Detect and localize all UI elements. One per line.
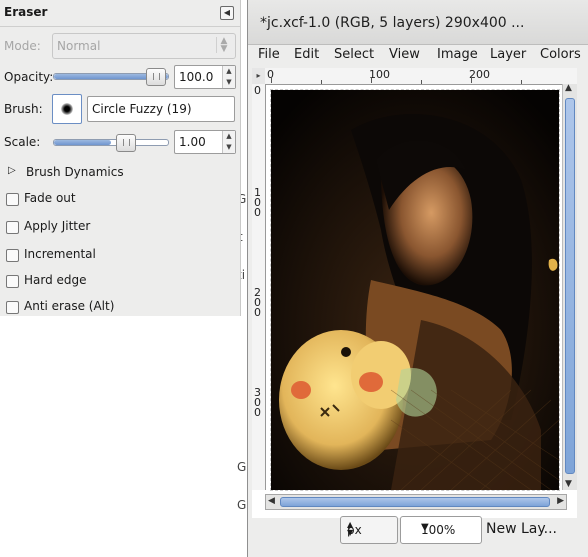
status-message: New Lay... [486, 521, 558, 537]
panel-menu-icon[interactable]: ◀ [220, 6, 234, 20]
mode-select[interactable]: Normal ▲ ▼ [52, 33, 236, 59]
option-label: Fade out [24, 191, 76, 205]
option-label: Apply Jitter [24, 219, 91, 233]
menu-image[interactable]: Image [437, 47, 478, 62]
option-label: Hard edge [24, 273, 87, 287]
menu-view[interactable]: View [389, 47, 420, 62]
menu-layer[interactable]: Layer [490, 47, 526, 62]
incremental-checkbox[interactable] [6, 249, 19, 262]
scale-slider-handle[interactable] [116, 134, 136, 152]
ruler-label: 0 [254, 84, 261, 97]
image-window: *jc.xcf-1.0 (RGB, 5 layers) 290x400 ... … [247, 0, 588, 557]
image-title-bar[interactable]: *jc.xcf-1.0 (RGB, 5 layers) 290x400 ... [248, 0, 588, 45]
ruler-tick [371, 77, 372, 83]
panel-header: Eraser ◀ [0, 0, 240, 27]
scroll-right-icon[interactable]: ▶ [557, 496, 564, 506]
ruler-label: 1 0 0 [254, 186, 261, 219]
canvas-area: ▸ 0 100 200 0 1 0 0 2 0 0 3 0 0 ▲ ▼ ◀ ▶ [252, 68, 577, 518]
spin-arrows-icon[interactable]: ▲ ▼ [222, 66, 235, 88]
ruler-tick [271, 77, 272, 83]
image-title: *jc.xcf-1.0 (RGB, 5 layers) 290x400 ... [260, 15, 525, 31]
scale-label: Scale: [4, 135, 41, 149]
scale-value: 1.00 [179, 135, 206, 149]
menu-file[interactable]: File [258, 47, 280, 62]
mode-value: Normal [57, 39, 101, 53]
opacity-slider-handle[interactable] [146, 68, 166, 86]
ruler-label: 2 0 0 [254, 286, 261, 319]
image-statusbar: px ▲ ▼ 100% ▼ New Lay... [248, 512, 588, 546]
scale-slider[interactable] [53, 134, 169, 152]
background-area [0, 548, 240, 557]
menu-select[interactable]: Select [334, 47, 374, 62]
brush-name-field[interactable]: Circle Fuzzy (19) [87, 96, 235, 122]
quick-mask-menu-icon[interactable]: ▸ [252, 68, 266, 85]
horizontal-scrollbar[interactable]: ◀ ▶ [265, 494, 567, 510]
vertical-ruler[interactable]: 0 1 0 0 2 0 0 3 0 0 [252, 84, 266, 490]
tool-options-panel: Eraser ◀ Mode: Normal ▲ ▼ Opacity: 100.0 … [0, 0, 241, 316]
ruler-tick [321, 80, 322, 84]
scale-spinbox[interactable]: 1.00 ▲ ▼ [174, 130, 236, 154]
expander-arrow-icon[interactable]: ▷ [8, 165, 16, 176]
horizontal-scroll-thumb[interactable] [280, 497, 550, 507]
brush-name: Circle Fuzzy (19) [92, 102, 192, 116]
scroll-left-icon[interactable]: ◀ [268, 496, 275, 506]
dropdown-arrow-icon: ▼ [421, 522, 429, 533]
menu-colors[interactable]: Colors [540, 47, 581, 62]
option-label: Incremental [24, 247, 96, 261]
opacity-value: 100.0 [179, 70, 214, 84]
ruler-tick [521, 80, 522, 84]
apply-jitter-checkbox[interactable] [6, 221, 19, 234]
background-text-fragment: G [237, 498, 247, 512]
mode-label: Mode: [4, 39, 41, 53]
scroll-up-icon[interactable]: ▲ [565, 83, 572, 93]
vertical-scroll-thumb[interactable] [565, 98, 575, 474]
image-menubar: File Edit Select View Image Layer Colors [248, 44, 588, 66]
brush-dynamics-expander[interactable]: Brush Dynamics [26, 165, 124, 179]
updown-icon: ▲ ▼ [347, 520, 354, 537]
hard-edge-checkbox[interactable] [6, 275, 19, 288]
image-canvas[interactable] [270, 89, 560, 491]
opacity-label: Opacity: [4, 70, 54, 84]
scroll-down-icon[interactable]: ▼ [565, 479, 572, 489]
updown-icon: ▲ ▼ [216, 37, 231, 54]
scale-slider-fill [54, 140, 111, 145]
vertical-scrollbar[interactable]: ▲ ▼ [562, 83, 577, 490]
horizontal-ruler[interactable]: 0 100 200 [265, 68, 577, 85]
panel-title: Eraser [4, 5, 48, 19]
anti-erase-checkbox[interactable] [6, 301, 19, 314]
opacity-slider[interactable] [53, 68, 169, 86]
unit-select[interactable]: px ▲ ▼ [340, 516, 398, 544]
fade-out-checkbox[interactable] [6, 193, 19, 206]
ruler-tick [421, 80, 422, 84]
ruler-label: 100 [369, 68, 390, 81]
option-label: Anti erase (Alt) [24, 299, 115, 313]
brush-preview-button[interactable] [52, 94, 82, 124]
brush-label: Brush: [4, 102, 43, 116]
spin-arrows-icon[interactable]: ▲ ▼ [222, 131, 235, 153]
menu-edit[interactable]: Edit [294, 47, 319, 62]
background-text-fragment: G [237, 460, 247, 474]
ruler-label: 200 [469, 68, 490, 81]
ruler-label: 3 0 0 [254, 386, 261, 419]
opacity-spinbox[interactable]: 100.0 ▲ ▼ [174, 65, 236, 89]
photo-image [271, 90, 559, 490]
zoom-select[interactable]: 100% ▼ [400, 516, 482, 544]
ruler-tick [471, 77, 472, 83]
brush-shape-icon [61, 103, 73, 115]
